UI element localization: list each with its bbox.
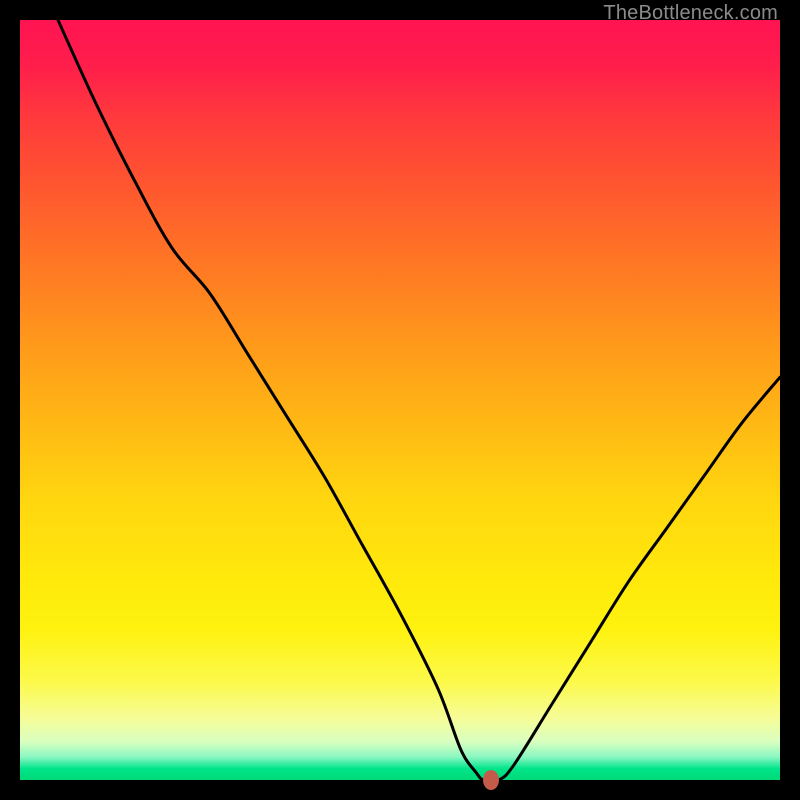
optimal-point-marker [483,770,499,790]
plot-area [20,20,780,780]
bottleneck-curve [20,20,780,780]
chart-frame: TheBottleneck.com [0,0,800,800]
